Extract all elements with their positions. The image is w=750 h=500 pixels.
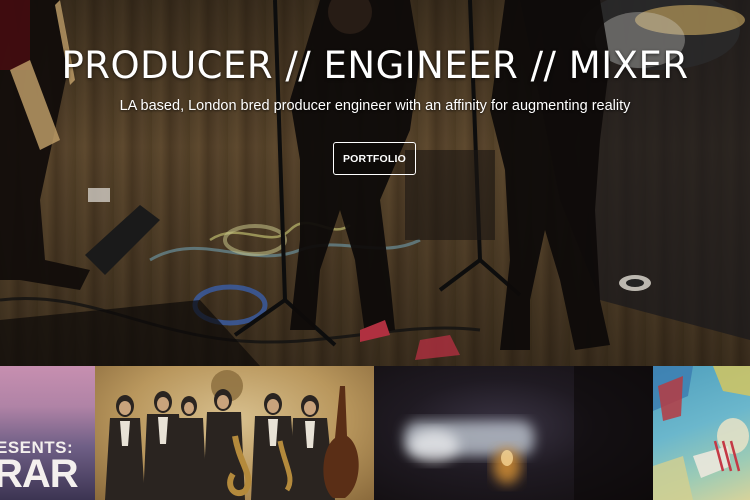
band-photo-image: [105, 370, 359, 500]
thumb-band-photo[interactable]: [95, 366, 374, 500]
hero-subtitle: LA based, London bred producer engineer …: [119, 98, 631, 114]
blurred-performance-image: [404, 366, 653, 500]
thumb-presents[interactable]: ESENTS: RAR: [0, 366, 95, 500]
hero-title: PRODUCER // ENGINEER // MIXER: [61, 44, 689, 87]
portfolio-thumbnail-strip: ESENTS: RAR: [0, 366, 750, 500]
portfolio-button[interactable]: PORTFOLIO: [333, 142, 416, 175]
thumb-blurred-performance[interactable]: [374, 366, 653, 500]
page: PRODUCER // ENGINEER // MIXER LA based, …: [0, 0, 750, 500]
thumb-illustrated-cover[interactable]: [653, 366, 750, 500]
hero-section: PRODUCER // ENGINEER // MIXER LA based, …: [0, 0, 750, 366]
illustrated-cover-image: [653, 366, 750, 500]
thumb-presents-line2: RAR: [0, 452, 79, 496]
